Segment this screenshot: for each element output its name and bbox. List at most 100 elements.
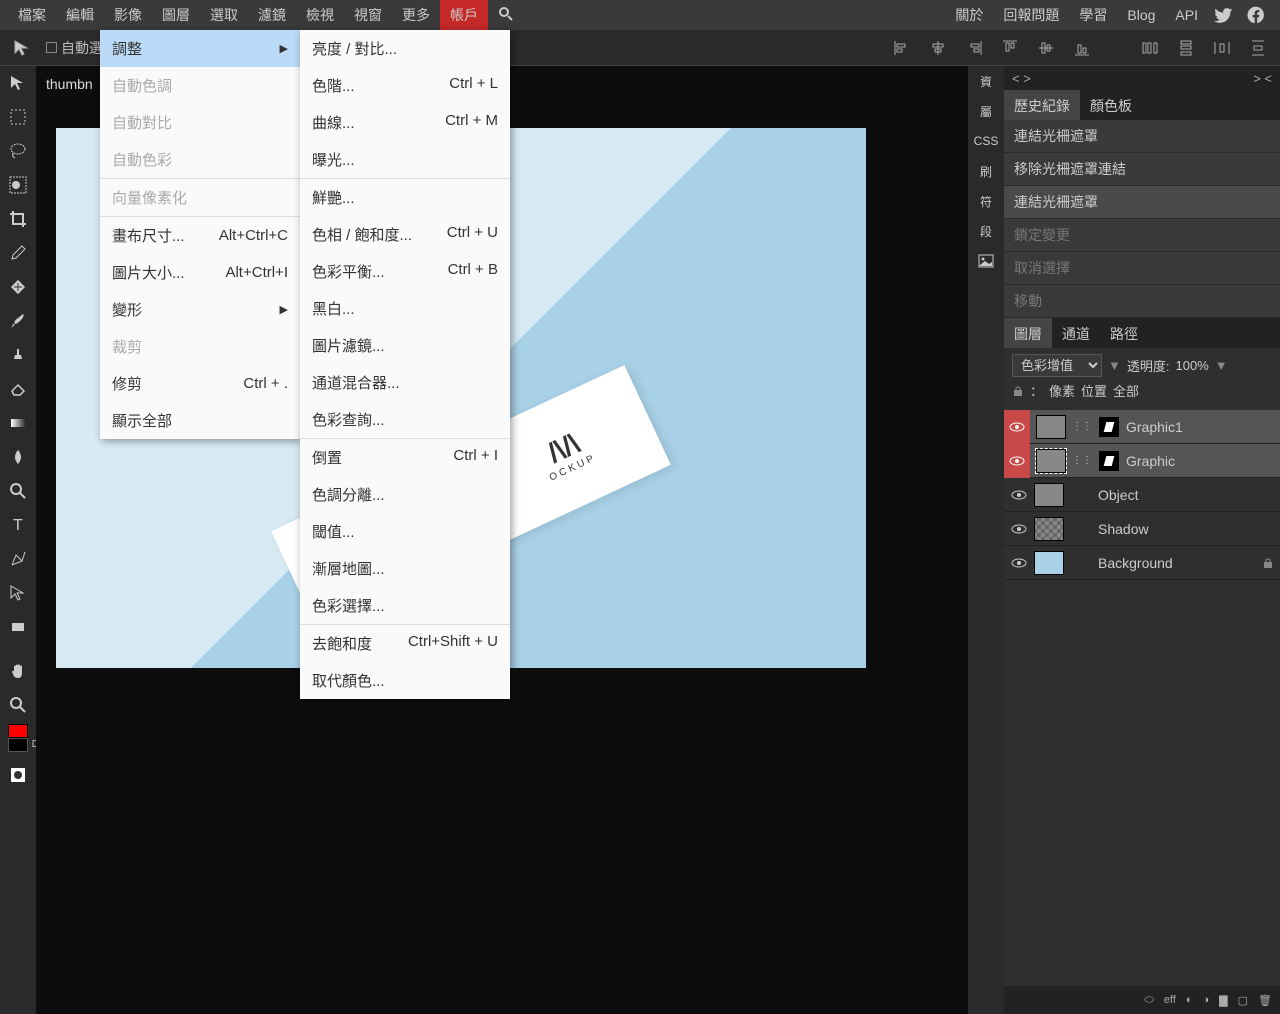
menu-trim[interactable]: 修剪Ctrl + .	[100, 365, 300, 402]
menu-canvas-size[interactable]: 畫布尺寸...Alt+Ctrl+C	[100, 217, 300, 254]
layer-row[interactable]: Object	[1004, 478, 1280, 512]
brush-tool[interactable]	[0, 304, 36, 338]
menu-brightness-contrast[interactable]: 亮度 / 對比...	[300, 30, 510, 67]
history-item[interactable]: 移動	[1004, 285, 1280, 318]
visibility-icon[interactable]	[1010, 486, 1028, 504]
side-tab-character[interactable]: 符	[968, 186, 1004, 216]
menu-gradient-map[interactable]: 漸層地圖...	[300, 550, 510, 587]
layer-row[interactable]: Shadow	[1004, 512, 1280, 546]
menu-auto-contrast[interactable]: 自動對比	[100, 104, 300, 141]
menu-crop[interactable]: 裁剪	[100, 328, 300, 365]
foreground-color-swatch[interactable]	[8, 724, 28, 738]
menu-search-icon[interactable]	[488, 0, 524, 31]
blend-mode-select[interactable]: 色彩增值	[1012, 354, 1102, 377]
menu-curves[interactable]: 曲線...Ctrl + M	[300, 104, 510, 141]
eyedropper-tool[interactable]	[0, 236, 36, 270]
layer-name[interactable]: Object	[1098, 487, 1138, 503]
dodge-tool[interactable]	[0, 474, 36, 508]
align-bottom-icon[interactable]	[1070, 36, 1094, 60]
adjustment-layer-icon[interactable]: ◑	[1203, 994, 1210, 1006]
align-left-icon[interactable]	[890, 36, 914, 60]
menu-replace-color[interactable]: 取代顏色...	[300, 662, 510, 699]
layer-mask-thumbnail[interactable]	[1098, 416, 1120, 438]
tab-channels[interactable]: 通道	[1052, 318, 1100, 348]
background-color-swatch[interactable]	[8, 738, 28, 752]
menu-selective-color[interactable]: 色彩選擇...	[300, 587, 510, 624]
crop-tool[interactable]	[0, 202, 36, 236]
menu-levels[interactable]: 色階...Ctrl + L	[300, 67, 510, 104]
link-blog[interactable]: Blog	[1117, 1, 1165, 29]
menu-invert[interactable]: 倒置Ctrl + I	[300, 439, 510, 476]
menu-window[interactable]: 視窗	[344, 0, 392, 31]
menu-transform[interactable]: 變形▶	[100, 291, 300, 328]
side-tab-brush[interactable]: 刷	[968, 156, 1004, 186]
side-tab-image-icon[interactable]	[968, 246, 1004, 276]
menu-channel-mixer[interactable]: 通道混合器...	[300, 364, 510, 401]
history-item[interactable]: 鎖定變更	[1004, 219, 1280, 252]
layer-name[interactable]: Graphic	[1126, 453, 1175, 469]
layer-thumbnail[interactable]	[1034, 517, 1064, 541]
layer-effects-label[interactable]: eff	[1164, 994, 1176, 1006]
side-tab-paragraph[interactable]: 段	[968, 216, 1004, 246]
history-item[interactable]: 連結光柵遮罩	[1004, 186, 1280, 219]
link-layers-icon[interactable]: ⬭	[1144, 994, 1153, 1007]
menu-hue-saturation[interactable]: 色相 / 飽和度...Ctrl + U	[300, 216, 510, 253]
move-tool[interactable]	[0, 66, 36, 100]
tab-history[interactable]: 歷史紀錄	[1004, 90, 1080, 120]
menu-file[interactable]: 檔案	[8, 0, 56, 31]
auto-select-option[interactable]: 自動選	[46, 38, 103, 58]
magic-wand-tool[interactable]	[0, 168, 36, 202]
side-tab-info[interactable]: 資	[968, 66, 1004, 96]
visibility-icon[interactable]	[1008, 418, 1026, 436]
tab-swatches[interactable]: 顏色板	[1080, 90, 1142, 120]
history-item[interactable]: 連結光柵遮罩	[1004, 120, 1280, 153]
layer-thumbnail[interactable]	[1034, 483, 1064, 507]
layer-name[interactable]: Graphic1	[1126, 419, 1183, 435]
layer-name[interactable]: Shadow	[1098, 521, 1149, 537]
side-tab-css[interactable]: CSS	[968, 126, 1004, 156]
history-item[interactable]: 取消選擇	[1004, 252, 1280, 285]
panel-collapse-left[interactable]: < >	[1012, 71, 1031, 86]
menu-color-balance[interactable]: 色彩平衡...Ctrl + B	[300, 253, 510, 290]
menu-auto-color[interactable]: 自動色彩	[100, 141, 300, 178]
menu-more[interactable]: 更多	[392, 0, 440, 31]
layer-row[interactable]: Background	[1004, 546, 1280, 580]
menu-reveal-all[interactable]: 顯示全部	[100, 402, 300, 439]
menu-account[interactable]: 帳戶	[440, 0, 488, 31]
text-tool[interactable]: T	[0, 508, 36, 542]
visibility-icon[interactable]	[1010, 554, 1028, 572]
visibility-icon[interactable]	[1008, 452, 1026, 470]
healing-tool[interactable]	[0, 270, 36, 304]
twitter-icon[interactable]	[1214, 5, 1234, 25]
gradient-tool[interactable]	[0, 406, 36, 440]
panel-collapse-right[interactable]: > <	[1253, 71, 1272, 86]
zoom-tool[interactable]	[0, 688, 36, 722]
opacity-value[interactable]: 100%	[1176, 358, 1209, 373]
menu-exposure[interactable]: 曝光...	[300, 141, 510, 178]
rect-select-tool[interactable]	[0, 100, 36, 134]
lock-pixels[interactable]: 像素	[1049, 381, 1075, 400]
menu-threshold[interactable]: 閾值...	[300, 513, 510, 550]
clone-stamp-tool[interactable]	[0, 338, 36, 372]
distribute-v-icon[interactable]	[1174, 36, 1198, 60]
link-api[interactable]: API	[1165, 1, 1208, 29]
menu-adjustments[interactable]: 調整▶	[100, 30, 300, 67]
delete-layer-icon[interactable]: 🗑	[1258, 994, 1272, 1007]
lock-all[interactable]: 全部	[1113, 381, 1139, 400]
pen-tool[interactable]	[0, 542, 36, 576]
menu-posterize[interactable]: 色調分離...	[300, 476, 510, 513]
menu-color-lookup[interactable]: 色彩查詢...	[300, 401, 510, 438]
link-report[interactable]: 回報問題	[993, 0, 1069, 31]
lock-position[interactable]: 位置	[1081, 381, 1107, 400]
tab-layers[interactable]: 圖層	[1004, 318, 1052, 348]
layer-name[interactable]: Background	[1098, 555, 1173, 571]
tab-paths[interactable]: 路徑	[1100, 318, 1148, 348]
link-icon[interactable]: ⋮⋮	[1072, 421, 1092, 432]
layer-row[interactable]: ⋮⋮ Graphic	[1004, 444, 1280, 478]
menu-layer[interactable]: 圖層	[152, 0, 200, 31]
menu-desaturate[interactable]: 去飽和度Ctrl+Shift + U	[300, 625, 510, 662]
align-middle-v-icon[interactable]	[1034, 36, 1058, 60]
shape-tool[interactable]	[0, 610, 36, 644]
link-learn[interactable]: 學習	[1069, 0, 1117, 31]
menu-view[interactable]: 檢視	[296, 0, 344, 31]
